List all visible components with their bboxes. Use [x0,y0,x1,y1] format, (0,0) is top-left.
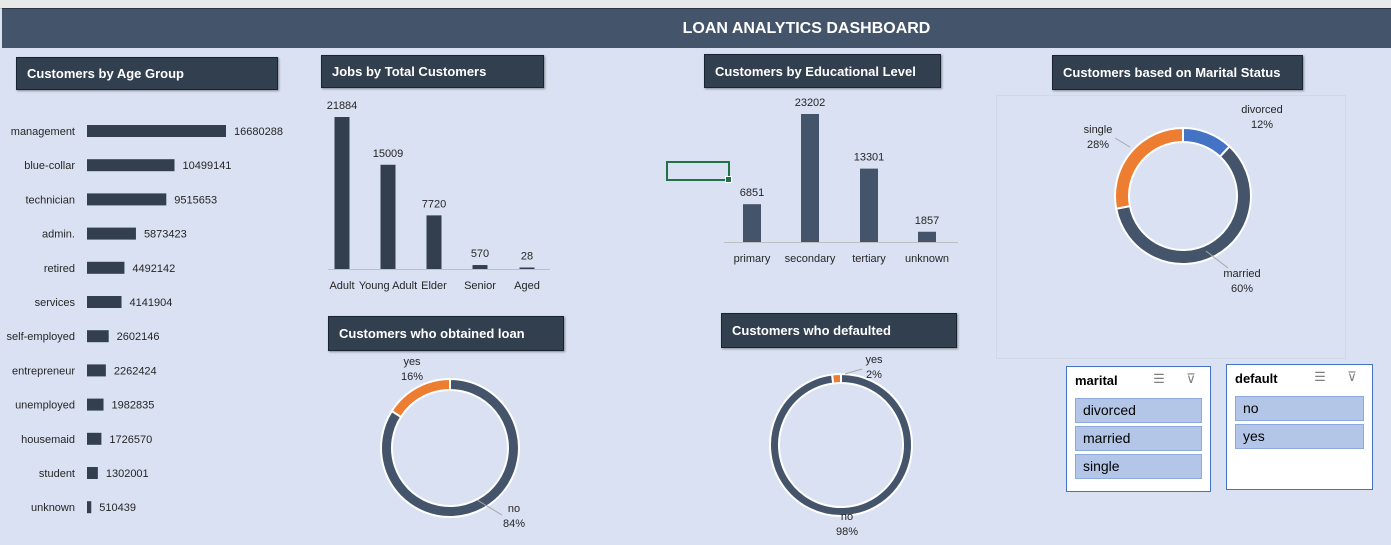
slicer-item-yes[interactable]: yes [1235,424,1364,449]
multi-select-icon[interactable]: ☰ [1311,368,1329,386]
slicer-item-single[interactable]: single [1075,454,1202,479]
default-slicer-header: default [1235,371,1278,386]
slicer-item-divorced[interactable]: divorced [1075,398,1202,423]
donut-slice [830,372,842,385]
multi-select-icon[interactable]: ☰ [1150,370,1168,388]
leader-line [844,368,863,375]
default-slicer[interactable]: default ☰ ⊽ no yes [1226,364,1373,490]
marital-slicer-header: marital [1075,373,1118,388]
clear-filter-icon[interactable]: ⊽ [1343,368,1361,386]
marital-slicer[interactable]: marital ☰ ⊽ divorced married single [1066,366,1211,492]
slice-percent-label: 2% [866,369,882,381]
slice-category-label: yes [865,354,883,366]
donut-slice [769,372,913,517]
clear-filter-icon[interactable]: ⊽ [1182,370,1200,388]
slice-percent-label: 98% [836,526,858,538]
slicer-item-married[interactable]: married [1075,426,1202,451]
slicer-item-no[interactable]: no [1235,396,1364,421]
slice-category-label: no [841,511,853,523]
